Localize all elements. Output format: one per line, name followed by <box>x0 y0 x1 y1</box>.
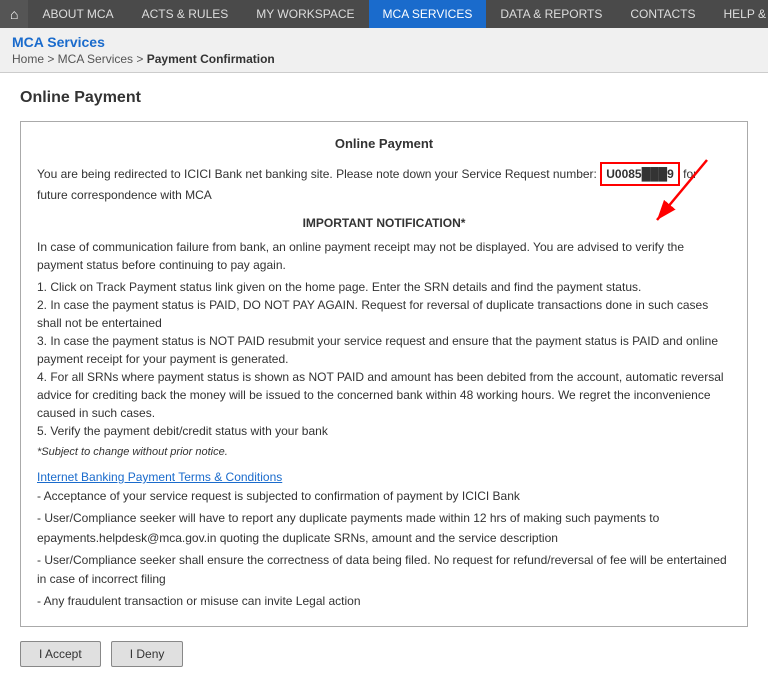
home-button[interactable]: ⌂ <box>0 0 28 28</box>
step-4: 4. For all SRNs where payment status is … <box>37 368 731 422</box>
step-2: 2. In case the payment status is PAID, D… <box>37 296 731 332</box>
terms-item-3: - User/Compliance seeker shall ensure th… <box>37 551 731 589</box>
important-title: IMPORTANT NOTIFICATION* <box>37 214 731 232</box>
breadcrumb: Home > MCA Services > Payment Confirmati… <box>12 52 756 66</box>
redirect-before: You are being redirected to ICICI Bank n… <box>37 167 597 181</box>
deny-button[interactable]: I Deny <box>111 641 184 667</box>
main-content: Online Payment Online Payment You are be… <box>0 73 768 683</box>
box-title: Online Payment <box>37 134 731 154</box>
nav-my-workspace[interactable]: MY WORKSPACE <box>242 0 368 28</box>
nav-acts-rules[interactable]: ACTS & RULES <box>128 0 243 28</box>
terms-item-1: - Acceptance of your service request is … <box>37 487 731 506</box>
nav-data-reports[interactable]: DATA & REPORTS <box>486 0 616 28</box>
redirect-text: You are being redirected to ICICI Bank n… <box>37 162 731 204</box>
important-intro: In case of communication failure from ba… <box>37 238 731 274</box>
terms-link[interactable]: Internet Banking Payment Terms & Conditi… <box>37 468 731 487</box>
breadcrumb-path: Home > MCA Services > <box>12 52 143 66</box>
step-1: 1. Click on Track Payment status link gi… <box>37 278 731 296</box>
site-title: MCA Services <box>12 34 756 50</box>
page-heading: Online Payment <box>20 89 748 107</box>
terms-section: Internet Banking Payment Terms & Conditi… <box>37 468 731 611</box>
top-nav: ⌂ ABOUT MCA ACTS & RULES MY WORKSPACE MC… <box>0 0 768 28</box>
nav-mca-services[interactable]: MCA SERVICES <box>369 0 487 28</box>
accept-button[interactable]: I Accept <box>20 641 101 667</box>
nav-contacts[interactable]: CONTACTS <box>616 0 709 28</box>
breadcrumb-area: MCA Services Home > MCA Services > Payme… <box>0 28 768 73</box>
home-icon: ⌂ <box>10 6 18 22</box>
nav-about-mca[interactable]: ABOUT MCA <box>28 0 127 28</box>
important-section: IMPORTANT NOTIFICATION* In case of commu… <box>37 214 731 461</box>
step-3: 3. In case the payment status is NOT PAI… <box>37 332 731 368</box>
terms-item-2: - User/Compliance seeker will have to re… <box>37 509 731 547</box>
step-5: 5. Verify the payment debit/credit statu… <box>37 422 731 440</box>
button-row: I Accept I Deny <box>20 641 748 667</box>
steps-list: 1. Click on Track Payment status link gi… <box>37 278 731 440</box>
payment-box: Online Payment You are being redirected … <box>20 121 748 627</box>
terms-item-4: - Any fraudulent transaction or misuse c… <box>37 592 731 611</box>
nav-help-faqs[interactable]: HELP & FAQS <box>710 0 768 28</box>
breadcrumb-current: Payment Confirmation <box>147 52 275 66</box>
small-note: *Subject to change without prior notice. <box>37 444 731 461</box>
srn-value: U0085███9 <box>600 162 680 186</box>
